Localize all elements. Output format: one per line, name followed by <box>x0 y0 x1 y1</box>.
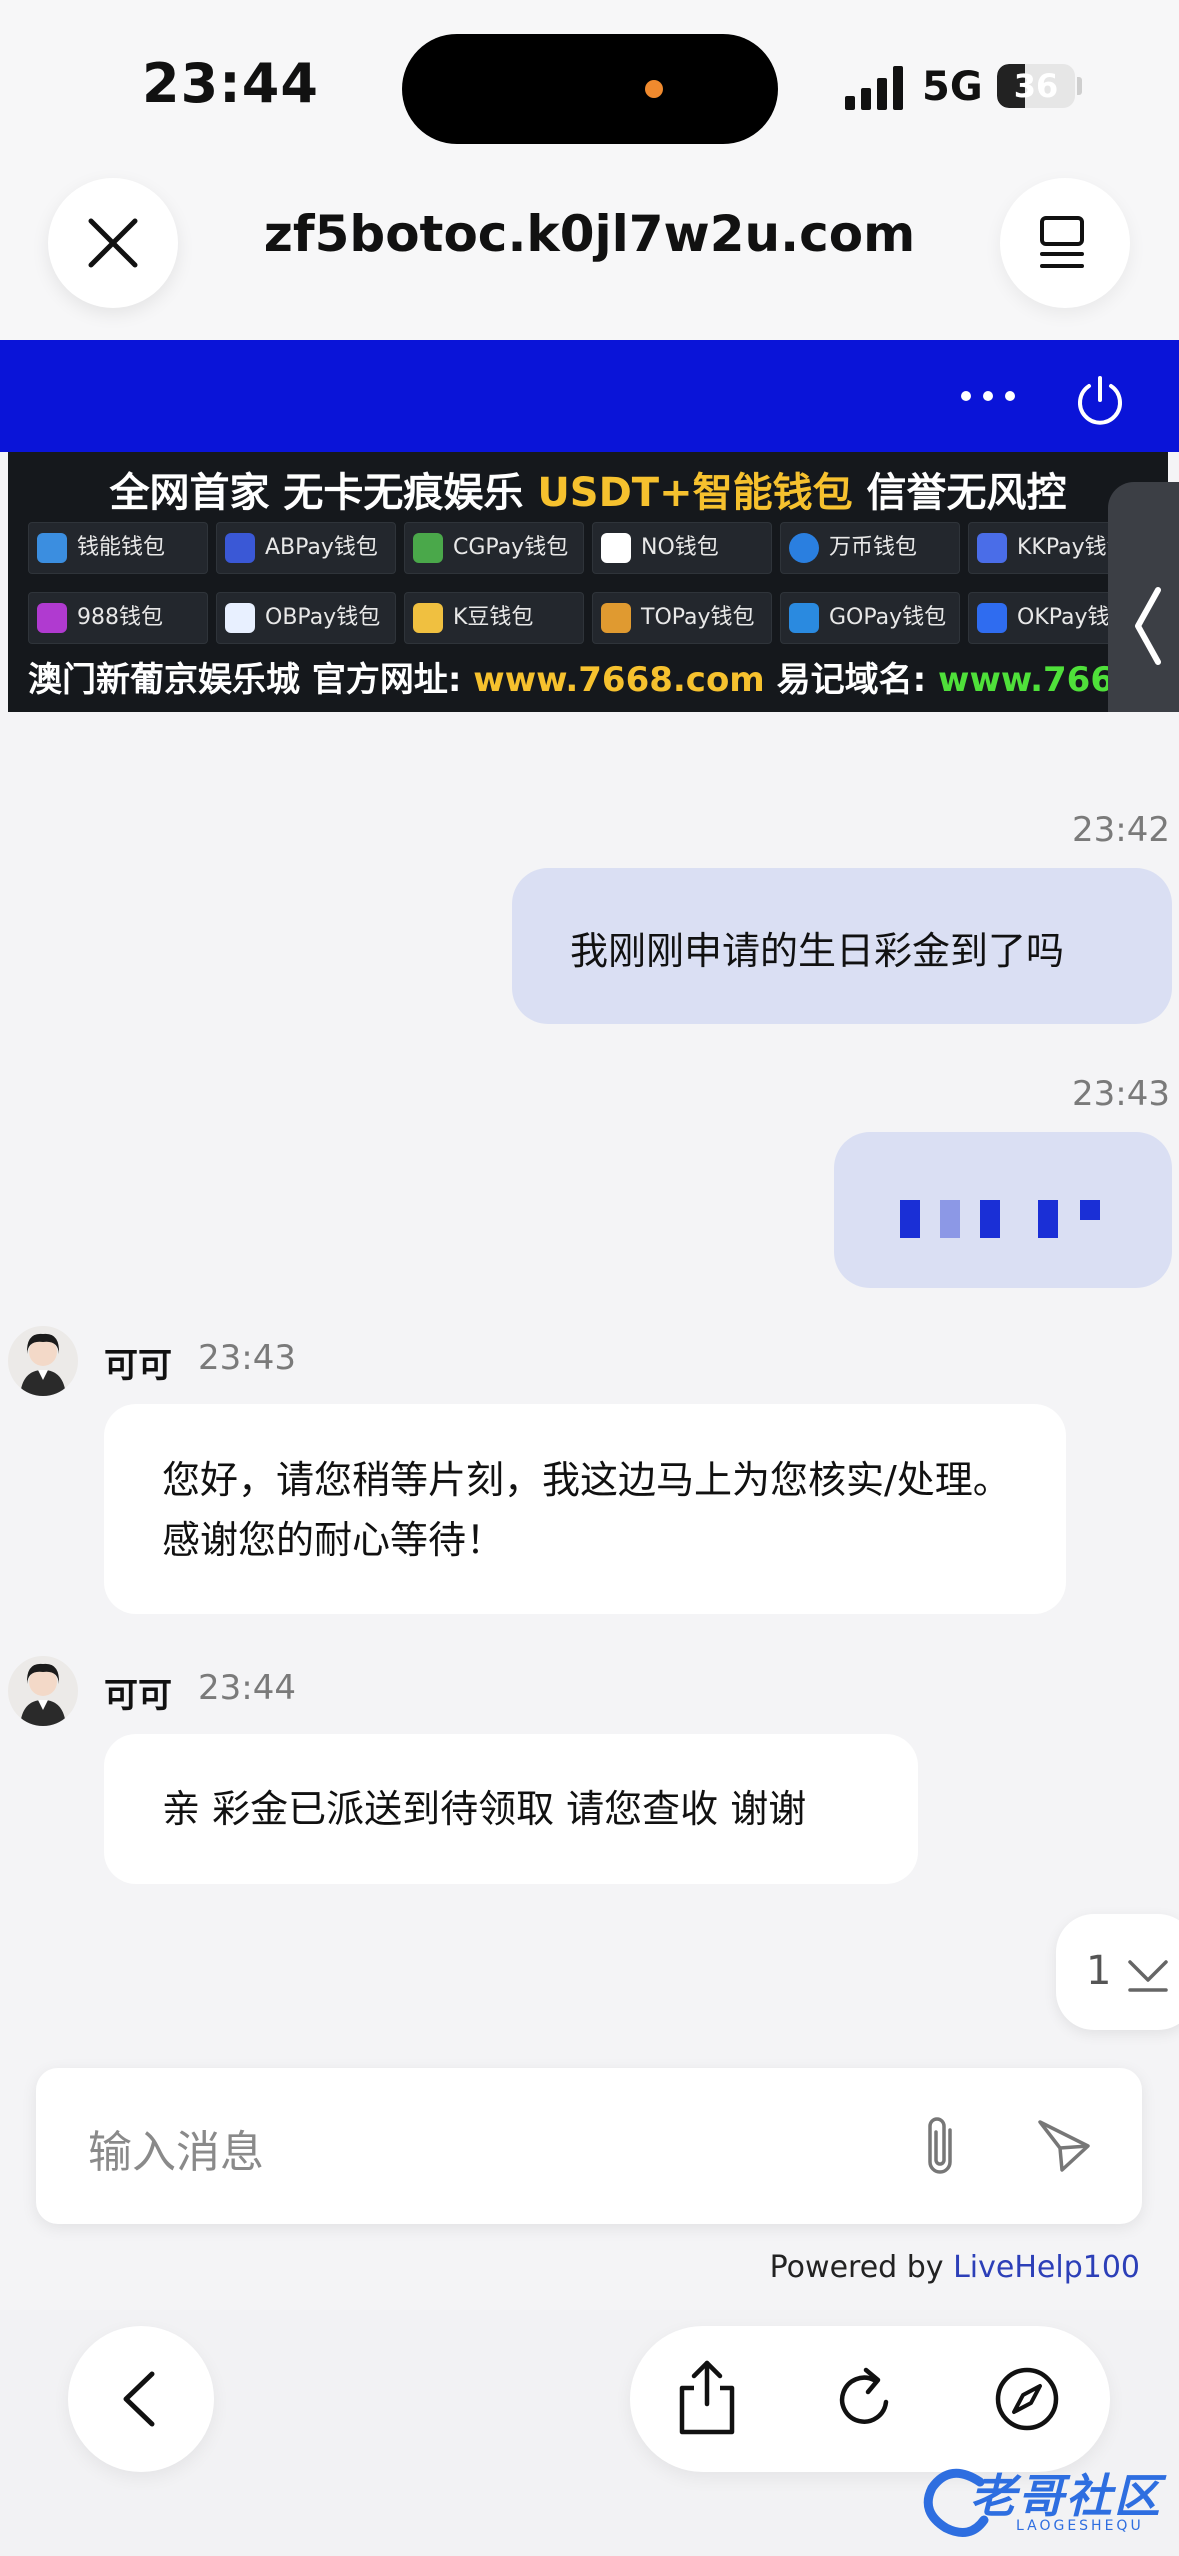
wallet-item: OBPay钱包 <box>216 592 396 644</box>
powered-by-brand[interactable]: LiveHelp100 <box>953 2250 1140 2285</box>
agent-name: 可可 <box>104 1676 172 1716</box>
banner-headline-tail: 信誉无风控 <box>852 470 1067 516</box>
banner-footer-label: 澳门新葡京娱乐城 官方网址: <box>28 660 474 700</box>
battery-icon: 36 <box>997 64 1075 108</box>
wallet-item: CGPay钱包 <box>404 522 584 574</box>
wallet-item: 万币钱包 <box>780 522 960 574</box>
powered-by-prefix: Powered by <box>769 2250 954 2285</box>
toolbar-actions <box>630 2326 1110 2472</box>
message-time: 23:44 <box>198 1668 296 1708</box>
message-time: 23:43 <box>1072 1074 1170 1114</box>
agent-avatar <box>8 1656 78 1726</box>
wallet-item: ABPay钱包 <box>216 522 396 574</box>
watermark-logo: 老哥社区 LAOGESHEQU <box>920 2452 1170 2552</box>
agent-avatar <box>8 1326 78 1396</box>
watermark-text: 老哥社区 <box>970 2469 1162 2523</box>
watermark-subtext: LAOGESHEQU <box>1016 2518 1144 2534</box>
network-type: 5G <box>922 64 983 110</box>
promo-banner[interactable]: 全网首家 无卡无痕娱乐 USDT+智能钱包 信誉无风控 钱能钱包 ABPay钱包… <box>8 452 1168 712</box>
message-text: 您好，请您稍等片刻，我这边马上为您核实/处理。感谢您的耐心等待！ <box>162 1458 1011 1562</box>
message-bubble-out[interactable] <box>834 1132 1172 1288</box>
reload-icon[interactable] <box>830 2364 900 2434</box>
scroll-to-bottom-button[interactable]: 1 <box>1056 1914 1179 2030</box>
message-text: 亲 彩金已派送到待领取 请您查收 谢谢 <box>162 1787 807 1831</box>
compass-icon[interactable] <box>992 2364 1062 2434</box>
more-icon[interactable] <box>958 378 1018 414</box>
tabs-icon <box>1040 216 1084 268</box>
banner-footer: 澳门新葡京娱乐城 官方网址: www.7668.com 易记域名: www.76… <box>28 652 1168 701</box>
status-clock: 23:44 <box>142 52 319 115</box>
banner-footer-url: www.7668.com <box>473 660 765 700</box>
agent-name: 可可 <box>104 1346 172 1386</box>
banner-headline-highlight: USDT+智能钱包 <box>537 470 853 516</box>
wallet-item: K豆钱包 <box>404 592 584 644</box>
tabs-button[interactable] <box>1000 178 1130 308</box>
message-bubble-out[interactable]: 我刚刚申请的生日彩金到了吗 <box>512 868 1172 1024</box>
message-time: 23:43 <box>198 1338 296 1378</box>
wallet-item: 钱能钱包 <box>28 522 208 574</box>
banner-headline-text: 全网首家 无卡无痕娱乐 <box>109 470 538 516</box>
power-icon[interactable] <box>1072 372 1128 428</box>
wallet-item: GOPay钱包 <box>780 592 960 644</box>
message-input-box[interactable]: 输入消息 <box>36 2068 1142 2224</box>
wallet-item: 988钱包 <box>28 592 208 644</box>
wallet-item: NO钱包 <box>592 522 772 574</box>
chevron-left-icon <box>1135 587 1161 665</box>
back-button[interactable] <box>68 2326 214 2472</box>
banner-headline: 全网首家 无卡无痕娱乐 USDT+智能钱包 信誉无风控 <box>8 460 1168 518</box>
send-icon[interactable] <box>1034 2116 1094 2176</box>
banner-footer-label2: 易记域名: <box>764 660 939 700</box>
unread-count: 1 <box>1086 1948 1112 1994</box>
battery-level: 36 <box>1013 67 1059 105</box>
powered-by: Powered by LiveHelp100 <box>0 2250 1140 2285</box>
message-input[interactable]: 输入消息 <box>88 2116 264 2180</box>
message-bubble-in[interactable]: 亲 彩金已派送到待领取 请您查收 谢谢 <box>104 1734 918 1884</box>
attach-icon[interactable] <box>916 2112 964 2180</box>
message-text: 我刚刚申请的生日彩金到了吗 <box>570 929 1065 973</box>
message-time: 23:42 <box>1072 810 1170 850</box>
share-icon[interactable] <box>672 2358 742 2438</box>
recording-indicator-icon <box>645 80 663 98</box>
battery-tip <box>1077 77 1082 95</box>
message-bubble-in[interactable]: 您好，请您稍等片刻，我这边马上为您核实/处理。感谢您的耐心等待！ <box>104 1404 1066 1614</box>
dynamic-island <box>402 34 778 144</box>
signal-icon <box>845 66 905 110</box>
scroll-down-icon <box>1128 1960 1168 1992</box>
back-icon <box>123 2371 155 2427</box>
wallet-item: TOPay钱包 <box>592 592 772 644</box>
